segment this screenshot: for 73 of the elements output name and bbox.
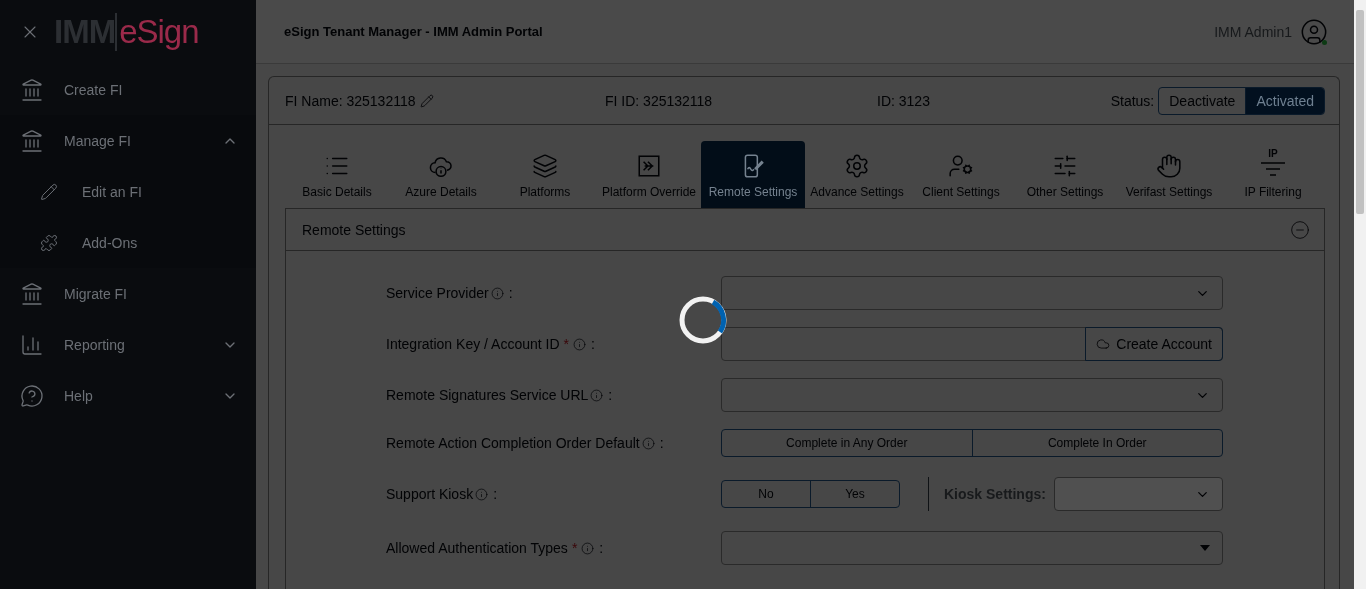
toggle-option[interactable]: Complete in Any Order bbox=[722, 430, 972, 456]
info-icon bbox=[581, 541, 595, 555]
section-title: Remote Settings bbox=[302, 221, 406, 238]
tab[interactable]: Azure Details bbox=[389, 141, 493, 208]
bank-icon bbox=[20, 128, 44, 153]
gear-icon bbox=[844, 153, 870, 179]
field-label: Integration Key / Account ID bbox=[386, 336, 560, 352]
label-colon: : bbox=[659, 435, 664, 451]
collapse-icon[interactable] bbox=[1290, 219, 1310, 240]
select-field[interactable] bbox=[721, 531, 1223, 565]
create-account-button[interactable]: Create Account bbox=[1085, 327, 1223, 361]
pencil-icon[interactable] bbox=[419, 93, 434, 108]
nav-item[interactable]: Reporting bbox=[0, 319, 256, 370]
toggle-option[interactable]: No bbox=[722, 481, 810, 507]
label-colon: : bbox=[508, 285, 513, 301]
select-field[interactable] bbox=[721, 378, 1223, 412]
user-gear-icon bbox=[948, 153, 974, 179]
field-label: Remote Signatures Service URL bbox=[386, 387, 589, 403]
select-field[interactable] bbox=[1053, 477, 1223, 511]
id-text: ID: 3123 bbox=[877, 92, 931, 109]
info-icon bbox=[573, 337, 586, 351]
pencil-icon bbox=[40, 182, 58, 201]
field-label: Service Provider bbox=[386, 285, 489, 301]
caret-icon bbox=[1200, 545, 1210, 551]
tab[interactable]: Basic Details bbox=[285, 141, 389, 208]
nav-item[interactable]: Manage FI bbox=[0, 115, 256, 166]
scrollbar[interactable] bbox=[1354, 0, 1366, 589]
help-icon bbox=[20, 383, 44, 408]
info-icon bbox=[590, 388, 604, 402]
field-label: Support Kiosk bbox=[386, 486, 474, 502]
label-colon: : bbox=[591, 336, 595, 352]
select-field[interactable] bbox=[721, 276, 1223, 310]
tab[interactable]: Client Settings bbox=[909, 141, 1013, 208]
tab[interactable]: IP IP Filtering bbox=[1221, 141, 1325, 208]
nav-subitem[interactable]: Add-Ons bbox=[0, 217, 256, 268]
nav-subitem[interactable]: Edit an FI bbox=[0, 166, 256, 217]
layers-icon bbox=[532, 153, 558, 179]
info-icon bbox=[490, 286, 504, 300]
hand-icon bbox=[1156, 153, 1182, 179]
status-option[interactable]: Activated bbox=[1245, 87, 1324, 114]
toggle-option[interactable]: Complete In Order bbox=[971, 430, 1222, 456]
label-colon: : bbox=[493, 486, 498, 502]
label-colon: : bbox=[599, 540, 604, 556]
avatar-icon[interactable] bbox=[1300, 17, 1328, 46]
nav-item[interactable]: Migrate FI bbox=[0, 268, 256, 319]
nav-item[interactable]: Help bbox=[0, 370, 256, 421]
arrow-in-box-icon bbox=[636, 153, 662, 179]
page-title: eSign Tenant Manager - IMM Admin Portal bbox=[284, 24, 543, 39]
input-field[interactable]: Create Account bbox=[721, 327, 1223, 361]
field-label: Allowed Authentication Types bbox=[386, 540, 568, 556]
tab[interactable]: Platform Override bbox=[597, 141, 701, 208]
label-colon: : bbox=[608, 387, 613, 403]
cloud-icon bbox=[1096, 337, 1111, 351]
sliders-icon bbox=[1052, 153, 1078, 179]
nav-item[interactable]: Create FI bbox=[0, 64, 256, 115]
required-mark: * bbox=[571, 540, 578, 556]
status-label: Status: bbox=[1110, 92, 1155, 109]
tab[interactable]: Other Settings bbox=[1013, 141, 1117, 208]
fi-id: FI ID: 325132118 bbox=[605, 92, 714, 109]
tab[interactable]: Remote Settings bbox=[701, 141, 805, 208]
tab[interactable]: Advance Settings bbox=[805, 141, 909, 208]
tab[interactable]: Platforms bbox=[493, 141, 597, 208]
status-option[interactable]: Deactivate bbox=[1159, 87, 1246, 114]
bank-icon bbox=[20, 77, 44, 102]
fi-name: FI Name: 325132118 bbox=[285, 92, 605, 109]
required-mark: * bbox=[563, 336, 569, 352]
toggle-option[interactable]: Yes bbox=[810, 481, 899, 507]
info-icon bbox=[475, 487, 489, 501]
puzzle-icon bbox=[40, 233, 58, 252]
field-label: Remote Action Completion Order Default bbox=[386, 435, 640, 451]
info-icon bbox=[641, 436, 655, 450]
tab[interactable]: Verifast Settings bbox=[1117, 141, 1221, 208]
bank-icon bbox=[20, 281, 44, 306]
